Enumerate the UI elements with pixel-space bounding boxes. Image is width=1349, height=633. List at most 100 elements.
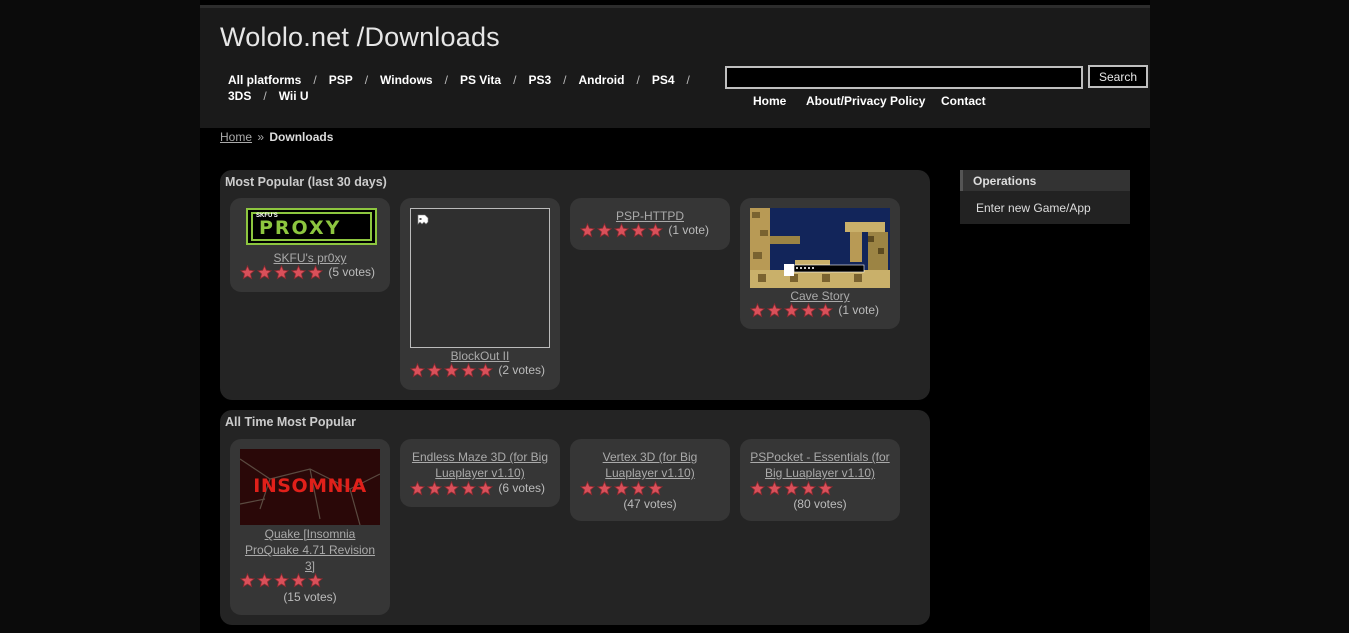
rating-row: (2 votes)	[409, 363, 560, 378]
rating-row	[749, 481, 900, 496]
vote-count: (80 votes)	[793, 497, 847, 511]
star-icon[interactable]	[783, 481, 800, 496]
star-icon[interactable]	[800, 303, 817, 318]
star-icon[interactable]	[766, 481, 783, 496]
breadcrumb-home[interactable]: Home	[220, 130, 252, 144]
item-name-link[interactable]: PSPocket - Essentials (for Big Luaplayer…	[750, 449, 890, 481]
vote-count: (1 vote)	[668, 223, 710, 237]
star-rating[interactable]	[749, 303, 835, 318]
star-icon[interactable]	[800, 481, 817, 496]
platform-windows[interactable]: Windows	[380, 73, 433, 87]
star-icon[interactable]	[817, 303, 834, 318]
nav-about-privacy[interactable]: About/Privacy Policy	[806, 94, 925, 108]
star-icon[interactable]	[749, 481, 766, 496]
rating-row: (1 vote)	[749, 303, 900, 318]
proxy-thumbnail[interactable]: SKFU'S PROXY	[246, 208, 377, 245]
star-rating[interactable]	[749, 481, 835, 496]
star-rating[interactable]	[239, 265, 325, 280]
item-name-link[interactable]: BlockOut II	[400, 348, 560, 364]
platform-separator: /	[636, 73, 640, 87]
vote-count: (6 votes)	[498, 481, 546, 495]
star-icon[interactable]	[290, 573, 307, 588]
platform-wiiu[interactable]: Wii U	[279, 89, 309, 103]
platform-separator: /	[513, 73, 517, 87]
star-icon[interactable]	[749, 303, 766, 318]
star-icon[interactable]	[426, 363, 443, 378]
cave-story-thumbnail[interactable]	[750, 208, 890, 288]
page-wrapper: Wololo.net /Downloads All platforms / PSP /…	[200, 0, 1150, 633]
platform-android[interactable]: Android	[578, 73, 624, 87]
star-icon[interactable]	[783, 303, 800, 318]
enter-new-game-link[interactable]: Enter new Game/App	[976, 201, 1091, 215]
star-icon[interactable]	[596, 223, 613, 238]
platform-psvita[interactable]: PS Vita	[460, 73, 501, 87]
star-icon[interactable]	[273, 265, 290, 280]
vote-count: (5 votes)	[328, 265, 376, 279]
star-icon[interactable]	[613, 223, 630, 238]
platform-ps3[interactable]: PS3	[528, 73, 551, 87]
search-button[interactable]: Search	[1088, 65, 1148, 88]
nav-home[interactable]: Home	[753, 94, 786, 108]
star-icon[interactable]	[256, 265, 273, 280]
download-card: PSP-HTTPD (1 vote)	[570, 198, 730, 250]
platform-3ds[interactable]: 3DS	[228, 89, 251, 103]
item-name-link[interactable]: Cave Story	[740, 288, 900, 304]
item-name-link[interactable]: SKFU's pr0xy	[230, 250, 390, 266]
star-rating[interactable]	[579, 481, 665, 496]
star-icon[interactable]	[426, 481, 443, 496]
rating-row: (1 vote)	[579, 223, 730, 238]
thumbnail-frame[interactable]	[410, 208, 550, 348]
vote-count: (47 votes)	[623, 497, 677, 511]
thumbnail-logo-text: INSOMNIA	[253, 475, 367, 497]
star-icon[interactable]	[613, 481, 630, 496]
star-rating[interactable]	[579, 223, 665, 238]
platform-psp[interactable]: PSP	[329, 73, 353, 87]
star-icon[interactable]	[239, 573, 256, 588]
star-icon[interactable]	[579, 223, 596, 238]
breadcrumb-current: Downloads	[269, 130, 334, 144]
nav-contact[interactable]: Contact	[941, 94, 986, 108]
star-icon[interactable]	[290, 265, 307, 280]
star-icon[interactable]	[307, 265, 324, 280]
sidebar-operations: Operations Enter new Game/App	[960, 170, 1130, 224]
platform-ps4[interactable]: PS4	[652, 73, 675, 87]
platform-separator: /	[686, 73, 690, 87]
star-icon[interactable]	[443, 481, 460, 496]
site-title[interactable]: Wololo.net /Downloads	[220, 22, 500, 53]
star-icon[interactable]	[647, 223, 664, 238]
star-icon[interactable]	[630, 223, 647, 238]
sidebar-title: Operations	[960, 170, 1130, 191]
star-icon[interactable]	[596, 481, 613, 496]
star-icon[interactable]	[443, 363, 460, 378]
search-input[interactable]	[725, 66, 1083, 89]
star-icon[interactable]	[460, 481, 477, 496]
star-icon[interactable]	[460, 363, 477, 378]
star-icon[interactable]	[409, 481, 426, 496]
star-rating[interactable]	[239, 573, 325, 588]
item-name-link[interactable]: Endless Maze 3D (for Big Luaplayer v1.10…	[410, 449, 550, 481]
star-icon[interactable]	[817, 481, 834, 496]
star-icon[interactable]	[579, 481, 596, 496]
star-icon[interactable]	[766, 303, 783, 318]
star-rating[interactable]	[409, 481, 495, 496]
star-icon[interactable]	[239, 265, 256, 280]
star-icon[interactable]	[256, 573, 273, 588]
star-icon[interactable]	[647, 481, 664, 496]
item-name-link[interactable]: PSP-HTTPD	[570, 208, 730, 224]
rating-row: (5 votes)	[239, 265, 390, 280]
star-icon[interactable]	[477, 363, 494, 378]
star-icon[interactable]	[307, 573, 324, 588]
star-icon[interactable]	[409, 363, 426, 378]
insomnia-thumbnail[interactable]: INSOMNIA	[240, 449, 380, 525]
star-icon[interactable]	[273, 573, 290, 588]
platform-separator: /	[313, 73, 317, 87]
item-name-link[interactable]: Quake [Insomnia ProQuake 4.71 Revision 3…	[240, 526, 380, 574]
star-icon[interactable]	[630, 481, 647, 496]
star-rating[interactable]	[409, 363, 495, 378]
rating-row	[239, 573, 390, 588]
platform-separator: /	[364, 73, 369, 87]
broken-image-icon	[417, 214, 429, 231]
star-icon[interactable]	[477, 481, 494, 496]
item-name-link[interactable]: Vertex 3D (for Big Luaplayer v1.10)	[580, 449, 720, 481]
platform-all[interactable]: All platforms	[228, 73, 301, 87]
